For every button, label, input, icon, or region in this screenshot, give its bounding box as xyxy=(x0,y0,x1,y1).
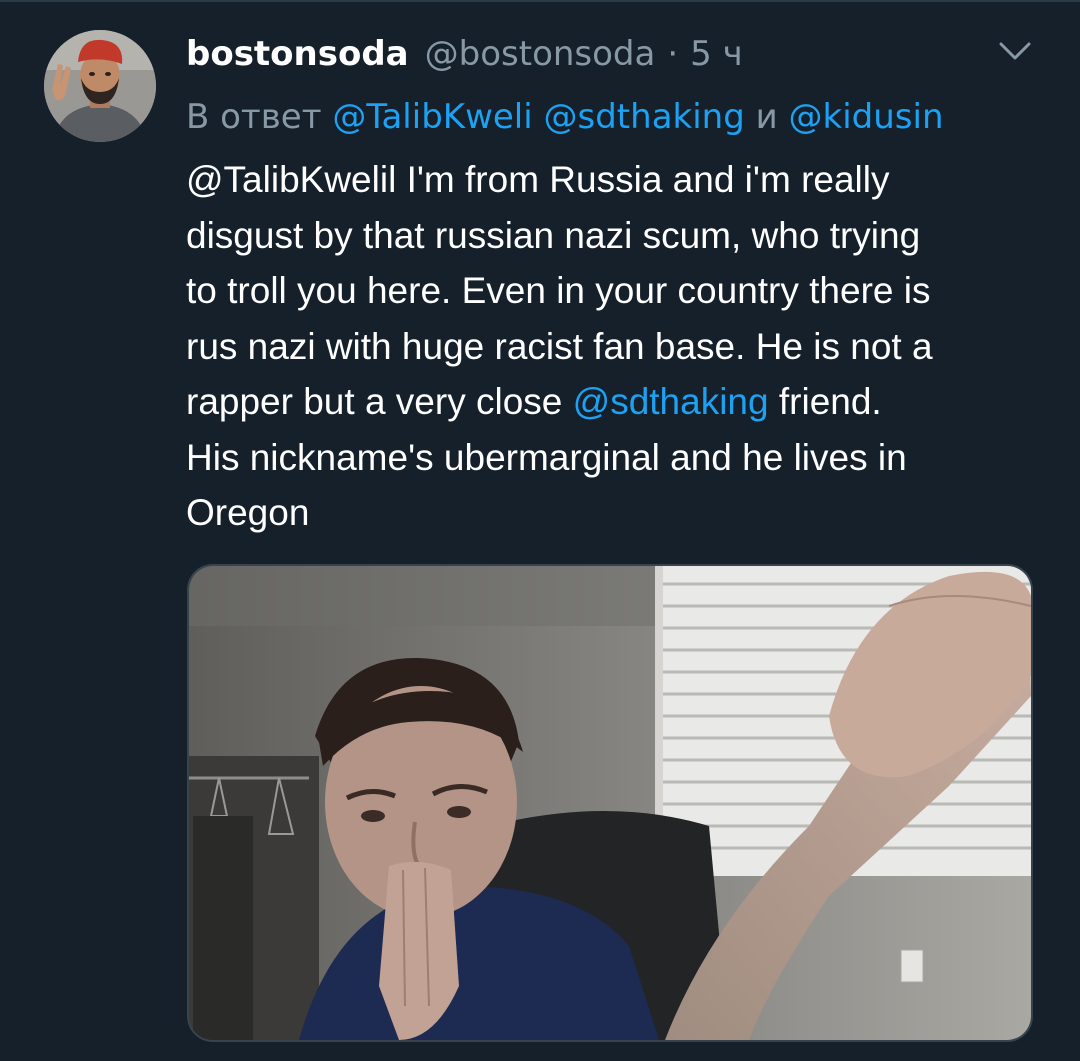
tweet-text-line: disgust by that russian nazi scum, who t… xyxy=(186,214,921,256)
author-handle[interactable]: @bostonsoda xyxy=(425,34,656,74)
tweet-text-line: rus nazi with huge racist fan base. He i… xyxy=(186,325,933,367)
tweet-text-line: to troll you here. Even in your country … xyxy=(186,270,931,311)
reply-mention-kidusin[interactable]: @kidusin xyxy=(789,97,944,137)
reply-mention-talibkweli[interactable]: @TalibKweli xyxy=(332,97,532,137)
reply-conjunction: и xyxy=(755,97,778,137)
reply-prefix: В ответ xyxy=(186,97,322,137)
separator-dot: · xyxy=(667,34,679,74)
avatar[interactable] xyxy=(44,30,156,142)
tweet-timestamp[interactable]: 5 ч xyxy=(690,34,743,74)
author-display-name[interactable]: bostonsoda xyxy=(186,34,409,74)
tweet-text-line: @TalibKwelil I'm from Russia and i'm rea… xyxy=(186,159,890,200)
tweet-media-image[interactable] xyxy=(187,564,1033,1042)
tweet-text-segment: friend. xyxy=(768,381,882,422)
tweet-header: bostonsoda @bostonsoda · 5 ч xyxy=(186,34,743,82)
chevron-down-icon[interactable] xyxy=(998,40,1032,62)
tweet-text-segment: rapper but a very close xyxy=(186,381,573,422)
reply-context: В ответ @TalibKweli @sdthaking и @kidusi… xyxy=(186,94,944,140)
reply-mention-sdthaking[interactable]: @sdthaking xyxy=(544,97,745,137)
body-mention-sdthaking[interactable]: @sdthaking xyxy=(573,381,769,422)
tweet-text-line: His nickname's ubermarginal and he lives… xyxy=(186,436,907,478)
tweet-text: @TalibKwelil I'm from Russia and i'm rea… xyxy=(186,152,1046,541)
tweet-text-line: Oregon xyxy=(186,492,310,533)
tweet-text-line: rapper but a very close @sdthaking frien… xyxy=(186,374,1046,430)
tweet[interactable]: bostonsoda @bostonsoda · 5 ч В ответ @Ta… xyxy=(0,0,1080,1061)
